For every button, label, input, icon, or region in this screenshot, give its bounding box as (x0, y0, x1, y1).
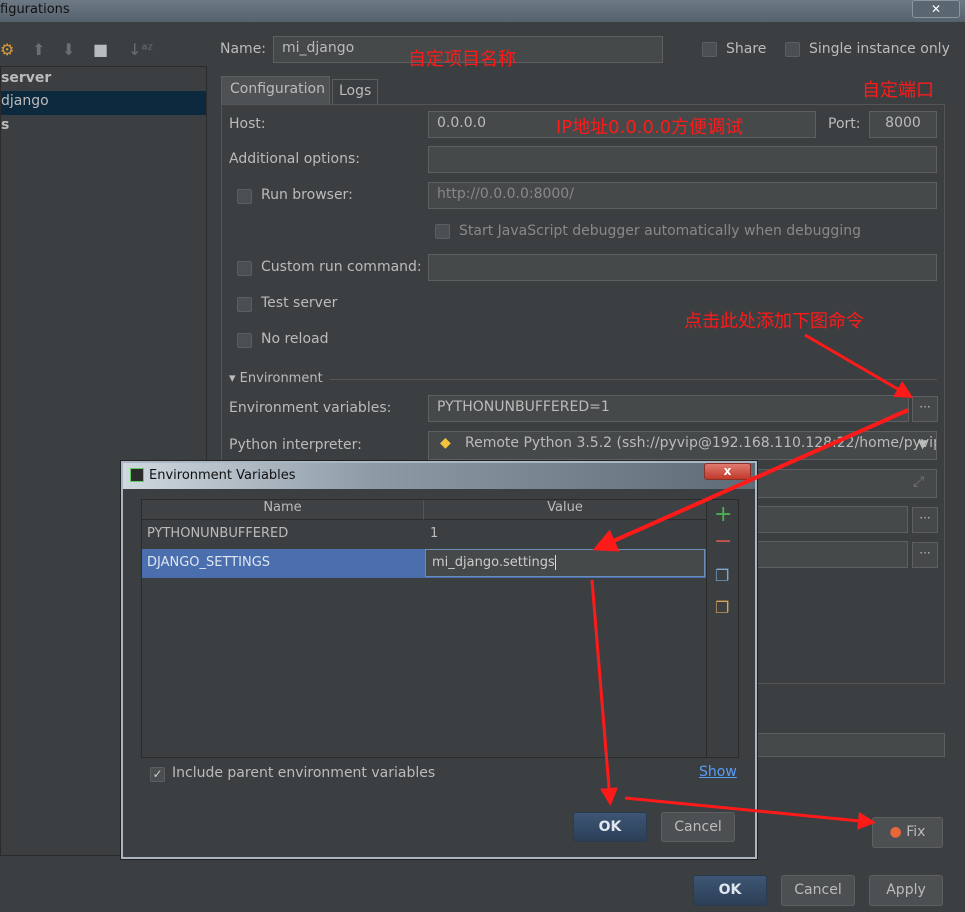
share-checkbox[interactable] (702, 42, 717, 57)
run-browser-label: Run browser: (261, 187, 353, 203)
table-row-selected[interactable]: DJANGO_SETTINGS mi_django.settings (142, 549, 706, 578)
interpreter-select[interactable]: Remote Python 3.5.2 (ssh://pyvip@192.168… (428, 431, 937, 460)
dialog-cancel-button[interactable]: Cancel (661, 812, 735, 842)
fix-button[interactable]: ● Fix (872, 817, 943, 848)
additional-options-label: Additional options: (229, 151, 361, 167)
table-row[interactable]: PYTHONUNBUFFERED 1 (142, 520, 706, 549)
row-name: PYTHONUNBUFFERED (147, 526, 289, 541)
env-table: Name Value PYTHONUNBUFFERED 1 DJANGO_SET… (141, 499, 739, 758)
warning-icon: ● (889, 824, 902, 840)
env-vars-input[interactable]: PYTHONUNBUFFERED=1 (428, 395, 909, 422)
env-vars-label: Environment variables: (229, 400, 392, 416)
apply-button[interactable]: Apply (869, 875, 943, 906)
ok-button[interactable]: OK (693, 875, 767, 906)
path-mapping-input[interactable] (740, 541, 908, 568)
dialog-close-button[interactable]: x (704, 463, 751, 480)
run-browser-url-input[interactable]: http://0.0.0.0:8000/ (428, 182, 937, 209)
chevron-down-icon[interactable]: ▼ (918, 437, 927, 451)
share-label: Share (726, 41, 767, 57)
window-close-button[interactable]: ✕ (912, 0, 960, 18)
row-name: DJANGO_SETTINGS (147, 555, 271, 570)
custom-run-label: Custom run command: (261, 259, 422, 275)
host-label: Host: (229, 116, 266, 132)
settings-icon[interactable]: ⚙ (0, 40, 14, 59)
tab-logs[interactable]: Logs (332, 79, 378, 104)
test-server-label: Test server (261, 295, 338, 311)
sort-icon[interactable]: ↓ᵃᶻ (128, 40, 154, 59)
custom-run-input[interactable] (428, 254, 937, 281)
tree-item-server[interactable]: server (1, 67, 206, 91)
js-debugger-checkbox[interactable] (435, 224, 450, 239)
interpreter-label: Python interpreter: (229, 437, 362, 453)
additional-options-input[interactable] (428, 146, 937, 173)
name-label: Name: (220, 41, 267, 57)
copy-icon[interactable]: ❐ (715, 566, 729, 585)
working-dir-input[interactable] (740, 506, 908, 533)
include-parent-label: Include parent environment variables (172, 765, 436, 781)
dialog-title-bar: Environment Variables (123, 463, 755, 489)
python-icon: ◆ (440, 435, 451, 451)
dialog-ok-button[interactable]: OK (573, 812, 647, 842)
folder-icon[interactable]: ■ (93, 40, 108, 59)
window-title: figurations (0, 2, 70, 17)
working-dir-browse-button[interactable]: ··· (912, 507, 938, 533)
annotation-ip: IP地址0.0.0.0方便调试 (556, 117, 744, 138)
env-vars-browse-button[interactable]: ··· (912, 396, 938, 422)
column-header-name[interactable]: Name (142, 500, 424, 520)
annotation-click-here: 点击此处添加下图命令 (684, 311, 864, 332)
tab-configuration[interactable]: Configuration (221, 76, 330, 104)
pycharm-icon (130, 468, 144, 482)
show-link[interactable]: Show (699, 764, 737, 780)
single-instance-checkbox[interactable] (785, 42, 800, 57)
port-label: Port: (828, 116, 861, 132)
js-debugger-label: Start JavaScript debugger automatically … (459, 223, 861, 239)
environment-section-toggle[interactable]: ▾ Environment (229, 371, 323, 386)
include-parent-checkbox[interactable]: ✓ (150, 767, 165, 782)
port-input[interactable]: 8000 (869, 111, 937, 138)
section-divider (330, 379, 937, 380)
no-reload-label: No reload (261, 331, 329, 347)
test-server-checkbox[interactable] (237, 297, 252, 312)
dialog-title: Environment Variables (149, 468, 296, 483)
single-instance-label: Single instance only (809, 41, 950, 57)
remove-icon[interactable]: − (714, 529, 732, 554)
cancel-button[interactable]: Cancel (781, 875, 855, 906)
window-title-bar: figurations (0, 0, 965, 22)
path-mapping-browse-button[interactable]: ··· (912, 542, 938, 568)
move-up-icon[interactable]: ⬆ (32, 40, 45, 59)
column-header-value[interactable]: Value (424, 500, 706, 520)
tree-item-django[interactable]: django (1, 91, 206, 115)
value-edit-input[interactable]: mi_django.settings (425, 549, 705, 577)
row-value: 1 (430, 526, 439, 541)
tree-item-other[interactable]: s (1, 115, 206, 139)
environment-variables-dialog: Environment Variables x Name Value PYTHO… (121, 461, 757, 859)
annotation-project-name: 自定项目名称 (408, 49, 516, 70)
run-browser-checkbox[interactable] (237, 189, 252, 204)
no-reload-checkbox[interactable] (237, 333, 252, 348)
before-launch-field (740, 733, 945, 757)
annotation-port: 自定端口 (862, 80, 934, 101)
custom-run-checkbox[interactable] (237, 261, 252, 276)
move-down-icon[interactable]: ⬇ (62, 40, 75, 59)
expand-icon[interactable]: ⤢ (913, 474, 924, 490)
add-icon[interactable]: + (714, 502, 732, 527)
paste-icon[interactable]: ❐ (715, 598, 729, 617)
